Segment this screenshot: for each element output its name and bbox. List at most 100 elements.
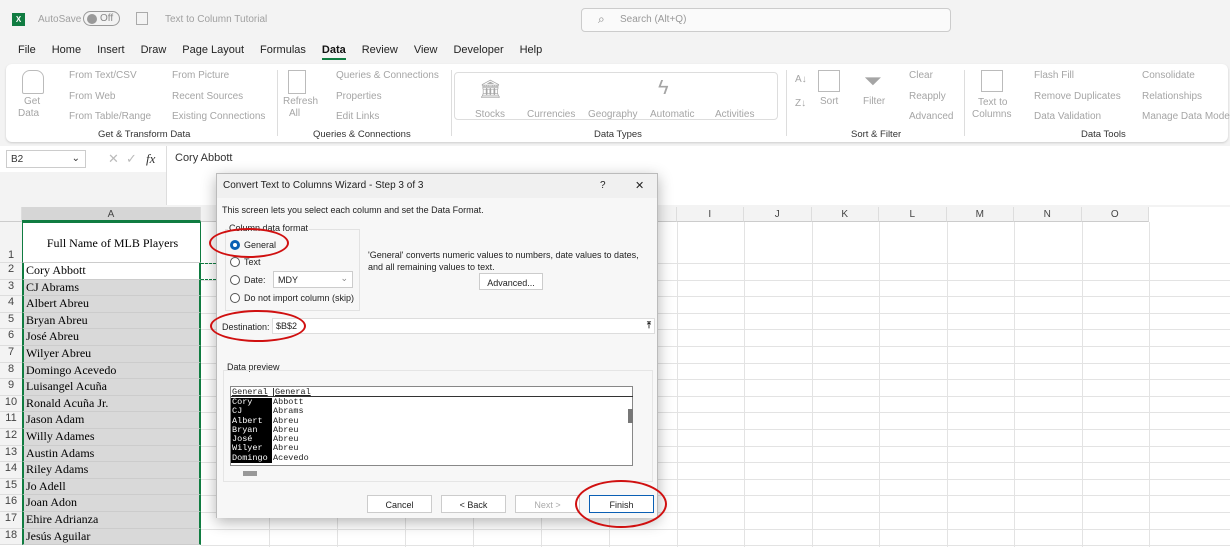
column-header-m[interactable]: M [946, 207, 1014, 222]
tab-view[interactable]: View [414, 44, 438, 60]
consolidate[interactable]: Consolidate [1142, 70, 1195, 81]
queries-connections[interactable]: Queries & Connections [336, 70, 439, 81]
advanced[interactable]: Advanced [909, 111, 953, 122]
autosave-toggle[interactable]: Off [83, 11, 121, 26]
cell-a2[interactable]: Cory Abbott [22, 263, 201, 280]
column-header-n[interactable]: N [1014, 207, 1082, 222]
row-header-14[interactable]: 14 [0, 462, 22, 479]
cell-a17[interactable]: Ehire Adrianza [22, 512, 201, 529]
radio-date[interactable]: Date: [230, 275, 266, 285]
row-header-5[interactable]: 5 [0, 312, 22, 330]
insert-function-icon[interactable]: fx [146, 151, 155, 167]
row-header-15[interactable]: 15 [0, 478, 22, 496]
geography[interactable]: Geography [588, 109, 637, 120]
row-header-10[interactable]: 10 [0, 395, 22, 413]
manage-data-model[interactable]: Manage Data Model [1142, 111, 1230, 122]
from-picture[interactable]: From Picture [172, 70, 229, 81]
collapse-dialog-icon[interactable]: ⤒ [647, 320, 651, 331]
edit-links[interactable]: Edit Links [336, 111, 379, 122]
cell-a4[interactable]: Albert Abreu [22, 296, 201, 313]
flash-fill[interactable]: Flash Fill [1034, 70, 1074, 81]
cell-a18[interactable]: Jesús Aguilar [22, 528, 201, 546]
preview-header-2[interactable]: General [273, 387, 311, 398]
row-header-11[interactable]: 11 [0, 412, 22, 429]
cell-a14[interactable]: Riley Adams [22, 462, 201, 479]
row-header-17[interactable]: 17 [0, 512, 22, 529]
cell-a12[interactable]: Willy Adames [22, 429, 201, 446]
cancel-button[interactable]: Cancel [367, 495, 432, 513]
sort-button[interactable]: Sort [820, 96, 838, 107]
get-data-button[interactable]: Get [24, 96, 40, 107]
row-header-12[interactable]: 12 [0, 429, 22, 446]
preview-vscroll[interactable] [628, 409, 633, 423]
column-header-k[interactable]: K [811, 207, 879, 222]
help-button[interactable]: ? [600, 180, 606, 191]
tab-file[interactable]: File [18, 44, 36, 60]
cell-a6[interactable]: José Abreu [22, 329, 201, 346]
relationships[interactable]: Relationships [1142, 91, 1202, 102]
back-button[interactable]: < Back [441, 495, 506, 513]
reapply[interactable]: Reapply [909, 91, 946, 102]
column-header-l[interactable]: L [879, 207, 947, 222]
next-button[interactable]: Next > [515, 495, 580, 513]
sort-az-icon[interactable]: A↓ [795, 74, 807, 85]
preview-column-1[interactable]: Cory CJ Albert Bryan José Wilyer Domingo [231, 397, 272, 464]
cell-a11[interactable]: Jason Adam [22, 412, 201, 429]
column-header-o[interactable]: O [1081, 207, 1149, 222]
cell-a10[interactable]: Ronald Acuña Jr. [22, 395, 201, 413]
radio-skip[interactable]: Do not import column (skip) [230, 293, 354, 303]
clear[interactable]: Clear [909, 70, 933, 81]
name-box[interactable]: B2 ⌄ [6, 150, 86, 168]
existing-connections[interactable]: Existing Connections [172, 111, 265, 122]
row-header-16[interactable]: 16 [0, 495, 22, 512]
cancel-icon[interactable]: ✕ [108, 151, 119, 167]
row-header-8[interactable]: 8 [0, 362, 22, 380]
cell-a15[interactable]: Jo Adell [22, 478, 201, 496]
file-name[interactable]: Text to Column Tutorial [165, 14, 267, 25]
close-button[interactable]: ✕ [635, 179, 644, 192]
cell-a9[interactable]: Luisangel Acuña [22, 379, 201, 396]
tab-draw[interactable]: Draw [141, 44, 167, 60]
from-web[interactable]: From Web [69, 91, 116, 102]
destination-input[interactable]: $B$2 ⤒ [272, 318, 655, 334]
row-header-6[interactable]: 6 [0, 329, 22, 346]
from-table-range[interactable]: From Table/Range [69, 111, 151, 122]
tab-home[interactable]: Home [52, 44, 81, 60]
text-to-columns-button[interactable]: Text to [978, 97, 1007, 108]
cell-a3[interactable]: CJ Abrams [22, 279, 201, 297]
tab-insert[interactable]: Insert [97, 44, 125, 60]
column-header-i[interactable]: I [676, 207, 744, 222]
stocks[interactable]: Stocks [475, 109, 505, 120]
preview-hscroll[interactable] [243, 471, 257, 476]
row-header-7[interactable]: 7 [0, 346, 22, 363]
tab-formulas[interactable]: Formulas [260, 44, 306, 60]
tab-help[interactable]: Help [520, 44, 543, 60]
tab-developer[interactable]: Developer [453, 44, 503, 60]
recent-sources[interactable]: Recent Sources [172, 91, 243, 102]
radio-text[interactable]: Text [230, 257, 261, 267]
filter-button[interactable]: Filter [863, 96, 885, 107]
column-header-a[interactable]: A [22, 207, 201, 222]
sort-za-icon[interactable]: Z↓ [795, 98, 806, 109]
row-header-1[interactable]: 1 [0, 222, 22, 263]
data-preview[interactable]: General General Cory CJ Albert Bryan José Wil… [230, 386, 633, 466]
preview-column-2[interactable]: Abbott Abrams Abreu Abreu Abreu Abreu Acevedo [273, 397, 309, 463]
refresh-all-button[interactable]: Refresh [283, 96, 318, 107]
cell-a13[interactable]: Austin Adams [22, 445, 201, 463]
row-header-18[interactable]: 18 [0, 528, 22, 546]
activities[interactable]: Activities [715, 109, 754, 120]
tab-page-layout[interactable]: Page Layout [182, 44, 244, 60]
row-header-3[interactable]: 3 [0, 279, 22, 297]
from-text-csv[interactable]: From Text/CSV [69, 70, 137, 81]
cell-a7[interactable]: Wilyer Abreu [22, 346, 201, 363]
header-cell-a1[interactable]: Full Name of MLB Players [22, 222, 201, 263]
row-header-4[interactable]: 4 [0, 296, 22, 313]
search-box[interactable]: ⌕ Search (Alt+Q) [581, 8, 951, 32]
properties[interactable]: Properties [336, 91, 382, 102]
cell-a16[interactable]: Joan Adon [22, 495, 201, 512]
row-header-9[interactable]: 9 [0, 379, 22, 396]
date-format-select[interactable]: MDY ⌄ [273, 271, 353, 288]
cell-a8[interactable]: Domingo Acevedo [22, 362, 201, 380]
preview-header-1[interactable]: General [232, 387, 272, 397]
remove-duplicates[interactable]: Remove Duplicates [1034, 91, 1121, 102]
